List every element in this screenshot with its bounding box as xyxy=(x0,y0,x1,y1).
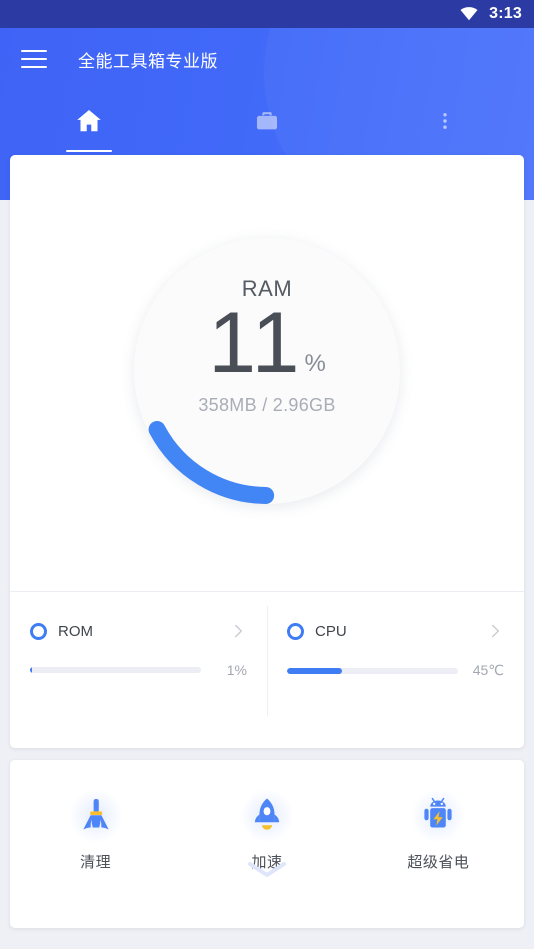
stat-rom-bar-row: 1% xyxy=(30,662,247,678)
ram-detail: 358MB / 2.96GB xyxy=(198,395,336,415)
rom-progress-fill xyxy=(30,667,33,673)
tab-overflow[interactable] xyxy=(356,90,534,152)
rom-status-dot xyxy=(30,622,47,640)
cpu-status-dot xyxy=(287,622,304,640)
app-bar-top-row: 全能工具箱专业版 xyxy=(0,28,534,90)
ram-value-row: 11 % xyxy=(208,300,326,386)
system-status-card: RAM 11 % 358MB / 2.96GB ROM 1% CPU 45℃ xyxy=(10,155,524,748)
battery-robot-icon xyxy=(410,787,467,844)
quick-tools-row: 清理 加速 超级省电 xyxy=(10,760,524,928)
status-time: 3:13 xyxy=(489,5,522,22)
stat-rom-label: ROM xyxy=(58,622,93,640)
app-title: 全能工具箱专业版 xyxy=(78,51,218,71)
rom-progress-track xyxy=(30,667,201,673)
tab-home[interactable] xyxy=(0,90,178,152)
tab-toolbox[interactable] xyxy=(178,90,356,152)
tab-home-underline xyxy=(66,150,112,152)
tool-power-label: 超级省电 xyxy=(407,854,470,871)
tool-clean[interactable]: 清理 xyxy=(10,787,181,928)
stat-cpu-head: CPU xyxy=(287,622,504,640)
rom-value: 1% xyxy=(226,662,247,678)
chevron-right-icon[interactable] xyxy=(229,622,247,640)
cpu-progress-track xyxy=(287,667,458,674)
tool-super-power-saving[interactable]: 超级省电 xyxy=(353,787,524,928)
tool-clean-label: 清理 xyxy=(80,854,112,871)
wifi-icon xyxy=(459,4,479,24)
tab-bar xyxy=(0,90,534,152)
ram-gauge-area: RAM 11 % 358MB / 2.96GB xyxy=(10,155,524,591)
ram-gauge-text: RAM 11 % 358MB / 2.96GB xyxy=(134,238,400,504)
status-bar: 3:13 xyxy=(0,0,534,28)
cpu-progress-fill xyxy=(287,667,342,674)
stats-row: ROM 1% CPU 45℃ xyxy=(10,592,524,748)
rocket-icon xyxy=(238,787,295,844)
overflow-menu-icon xyxy=(434,110,456,132)
home-icon xyxy=(74,106,104,136)
stat-cpu[interactable]: CPU 45℃ xyxy=(267,592,524,748)
cpu-value: 45℃ xyxy=(472,662,504,678)
chevron-right-icon[interactable] xyxy=(486,622,504,640)
broom-icon xyxy=(67,787,124,844)
ram-value: 11 xyxy=(208,295,302,391)
toolbox-icon xyxy=(253,107,281,135)
quick-tools-card: 清理 加速 超级省电 xyxy=(10,760,524,928)
stat-rom[interactable]: ROM 1% xyxy=(10,592,267,748)
stat-rom-head: ROM xyxy=(30,622,247,640)
chevron-down-icon[interactable] xyxy=(244,859,290,886)
ram-unit: % xyxy=(304,350,326,377)
ram-gauge[interactable]: RAM 11 % 358MB / 2.96GB xyxy=(134,238,400,504)
stat-cpu-bar-row: 45℃ xyxy=(287,662,504,679)
hamburger-menu-icon[interactable] xyxy=(8,33,60,85)
app-screen: 3:13 全能工具箱专业版 RAM 11 % 358MB / 2.96GB RO… xyxy=(0,0,534,949)
stat-cpu-label: CPU xyxy=(315,622,347,640)
